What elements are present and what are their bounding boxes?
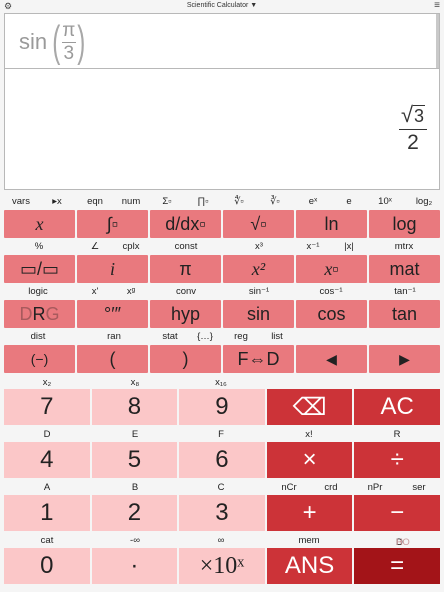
- key-minus[interactable]: −: [354, 495, 440, 531]
- key-ac[interactable]: AC: [354, 389, 440, 425]
- input-expression: sin ( π 3 ): [19, 20, 88, 64]
- key-fraction[interactable]: ▭/▭: [4, 255, 75, 283]
- key-ln[interactable]: ln: [296, 210, 367, 238]
- result-denominator: 2: [407, 131, 419, 154]
- expr-numerator: π: [62, 19, 76, 41]
- app-title-dropdown[interactable]: Scientific Calculator ▼: [0, 2, 444, 9]
- keypad: vars ▸x eqn num Σ▫ ∏▫ ∜▫ ∛▫ eˣ e 10ˣ log…: [0, 195, 444, 592]
- key-sqrt[interactable]: √▫: [223, 210, 294, 238]
- key-2[interactable]: 2: [91, 495, 178, 531]
- key-plus[interactable]: +: [266, 495, 353, 531]
- num-labels-row-3: A B C nCr crd nPr ser: [43, 482, 426, 493]
- result-radicand: 3: [413, 105, 426, 126]
- calculator-app: ⚙ Scientific Calculator ▼ ≡ sin ( π 3 ) …: [0, 0, 444, 592]
- result-value: √ 3 2: [399, 103, 427, 154]
- key-ans[interactable]: ANS: [266, 548, 353, 584]
- key-pi[interactable]: π: [150, 255, 221, 283]
- shift-labels-row-2: % ∠ cplx const x³ x⁻¹ |x| mtrx: [34, 241, 414, 252]
- function-row-4: (−) ( ) F⇔D ◀ ▶: [4, 345, 440, 373]
- key-6[interactable]: 6: [179, 442, 265, 478]
- key-1[interactable]: 1: [4, 495, 90, 531]
- num-labels-row-2: D E F x! R: [43, 429, 401, 440]
- result-display: √ 3 2: [4, 69, 440, 190]
- key-equals[interactable]: =: [354, 548, 440, 584]
- key-mat[interactable]: mat: [369, 255, 440, 283]
- key-0[interactable]: 0: [4, 548, 90, 584]
- key-decimal[interactable]: ·: [91, 548, 178, 584]
- function-row-1: x ∫▫ d/dx▫ √▫ ln log: [4, 210, 440, 238]
- expr-left-paren: (: [52, 17, 61, 66]
- expr-function: sin: [19, 29, 48, 54]
- key-derivative[interactable]: d/dx▫: [150, 210, 221, 238]
- function-row-3: DRG °′″ hyp sin cos tan: [4, 300, 440, 328]
- key-x[interactable]: x: [4, 210, 75, 238]
- key-cos[interactable]: cos: [296, 300, 367, 328]
- key-left-paren[interactable]: (: [77, 345, 148, 373]
- key-power[interactable]: x▫: [296, 255, 367, 283]
- key-3[interactable]: 3: [179, 495, 265, 531]
- key-4[interactable]: 4: [4, 442, 90, 478]
- radical-icon: √: [400, 102, 414, 127]
- key-9[interactable]: 9: [179, 389, 265, 425]
- top-bar: ⚙ Scientific Calculator ▼ ≡: [0, 0, 444, 13]
- shift-labels-row-1: vars ▸x eqn num Σ▫ ∏▫ ∜▫ ∛▫ eˣ e 10ˣ log…: [12, 196, 433, 207]
- input-scrollbar[interactable]: [436, 14, 439, 68]
- input-display[interactable]: sin ( π 3 ): [4, 13, 440, 69]
- key-degrees[interactable]: °′″: [77, 300, 148, 328]
- expr-denominator: 3: [63, 42, 75, 64]
- key-f-to-d[interactable]: F⇔D: [223, 345, 294, 373]
- shift-labels-row-4: dist ran stat {…} reg list: [30, 331, 283, 342]
- expr-fraction: π 3: [61, 19, 76, 64]
- expr-right-paren: ): [77, 17, 86, 66]
- key-7[interactable]: 7: [4, 389, 90, 425]
- menu-icon[interactable]: ≡: [434, 0, 440, 11]
- num-labels-row-4: cat -∞ ∞ mem BO D H: [40, 535, 410, 548]
- key-log[interactable]: log: [369, 210, 440, 238]
- key-integral[interactable]: ∫▫: [77, 210, 148, 238]
- key-8[interactable]: 8: [91, 389, 178, 425]
- key-hyp[interactable]: hyp: [150, 300, 221, 328]
- num-row-3: 1 2 3 + −: [4, 495, 440, 531]
- key-sin[interactable]: sin: [223, 300, 294, 328]
- key-exp10[interactable]: ×10ˣ: [179, 548, 265, 584]
- key-tan[interactable]: tan: [369, 300, 440, 328]
- num-row-4: 0 · ×10ˣ ANS =: [4, 548, 440, 584]
- key-5[interactable]: 5: [91, 442, 178, 478]
- key-cursor-left[interactable]: ◀: [296, 345, 367, 373]
- key-cursor-right[interactable]: ▶: [369, 345, 440, 373]
- key-square[interactable]: x²: [223, 255, 294, 283]
- key-drg[interactable]: DRG: [4, 300, 75, 328]
- key-imaginary[interactable]: i: [77, 255, 148, 283]
- key-negate[interactable]: (−): [4, 345, 75, 373]
- key-right-paren[interactable]: ): [150, 345, 221, 373]
- key-divide[interactable]: ÷: [354, 442, 440, 478]
- shift-labels-row-3: logic x' xᵍ conv sin⁻¹ cos⁻¹ tan⁻¹: [28, 286, 416, 297]
- key-multiply[interactable]: ×: [266, 442, 353, 478]
- backspace-icon[interactable]: ⌫: [266, 389, 353, 425]
- num-row-1: 7 8 9 ⌫ AC: [4, 389, 440, 425]
- num-row-2: 4 5 6 × ÷: [4, 442, 440, 478]
- function-row-2: ▭/▭ i π x² x▫ mat: [4, 255, 440, 283]
